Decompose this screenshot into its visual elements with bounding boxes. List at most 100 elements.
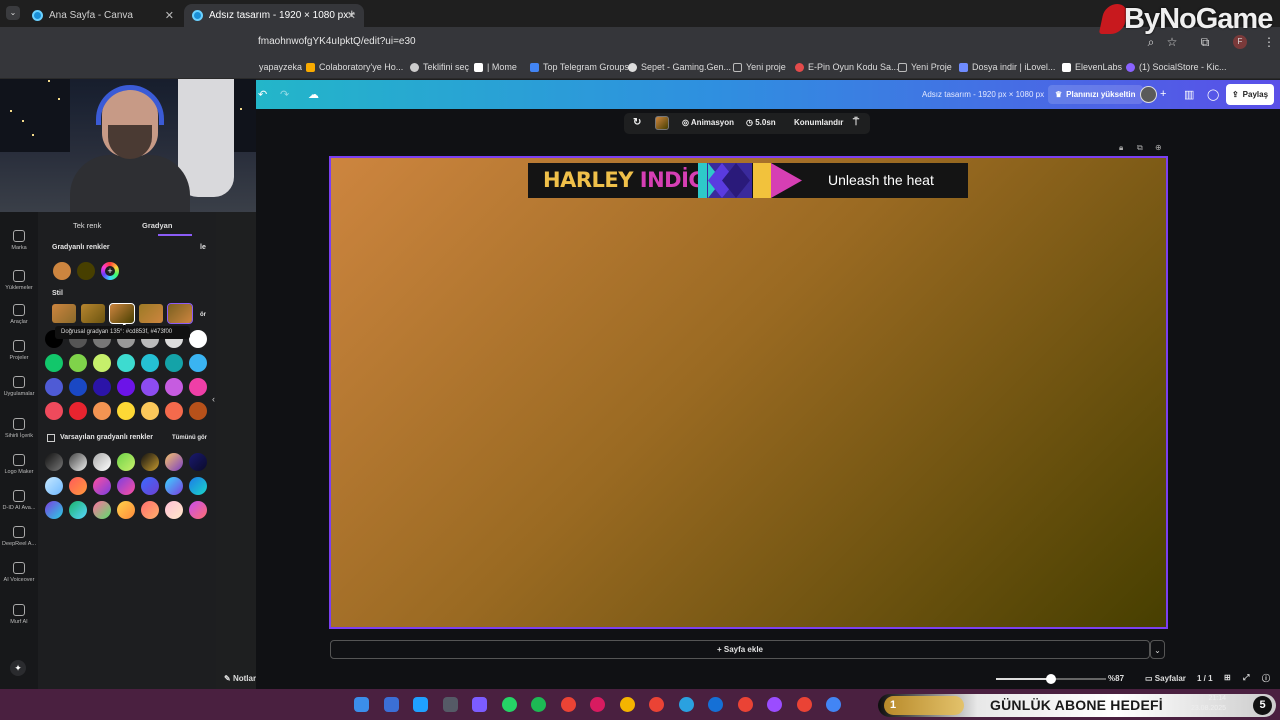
rail-item[interactable]: AI Voiceover [0,562,38,583]
taskbar-app-icon[interactable] [442,697,458,712]
taskbar-app-icon[interactable] [708,697,723,712]
paint-roller-icon[interactable]: ⍑ [853,117,859,128]
bookmark-item[interactable]: Teklifini seç [410,62,469,72]
fullscreen-icon[interactable]: ⤢ [1243,673,1249,683]
taskbar-app-icon[interactable] [619,697,635,712]
taskbar-app-icon[interactable] [678,697,694,712]
default-gradient-swatch[interactable] [189,501,207,519]
solid-color-swatch[interactable] [117,402,135,420]
close-tab-icon[interactable]: ✕ [165,9,174,22]
tab-solid-color[interactable]: Tek renk [73,221,101,230]
add-color-icon[interactable]: + [101,262,119,280]
add-page-button[interactable]: + Sayfa ekle [330,640,1150,659]
rail-item[interactable]: DeepReel A... [0,526,38,547]
solid-color-swatch[interactable] [141,402,159,420]
solid-color-swatch[interactable] [69,354,87,372]
solid-color-swatch[interactable] [93,378,111,396]
taskbar-app-icon[interactable] [826,697,841,712]
chevron-down-icon[interactable]: ⌄ [1150,640,1165,659]
gradient-style-swatch[interactable] [109,303,135,324]
default-gradient-swatch[interactable] [117,453,135,471]
share-button[interactable]: ⇪ Paylaş [1226,84,1274,105]
cloud-save-icon[interactable]: ☁ [308,88,319,101]
solid-color-swatch[interactable] [69,378,87,396]
default-gradient-swatch[interactable] [165,453,183,471]
magic-sparkle-icon[interactable]: ✦ [10,660,26,676]
solid-color-swatch[interactable] [117,378,135,396]
gradient-stop-color[interactable] [53,262,71,280]
default-gradient-swatch[interactable] [93,501,111,519]
see-all-truncated[interactable]: ör [200,312,206,318]
solid-color-swatch[interactable] [45,402,63,420]
insights-icon[interactable]: ▥ [1184,88,1194,101]
bookmark-item[interactable]: | Mome [474,62,517,72]
add-page-icon[interactable]: ⊕ [1155,143,1162,152]
rail-item[interactable]: Projeler [0,340,38,361]
gradient-style-swatch[interactable] [52,304,76,323]
refresh-icon[interactable]: ↻ [633,117,641,128]
bookmark-item[interactable]: Top Telegram Groups [530,62,629,72]
default-gradient-swatch[interactable] [189,453,207,471]
duplicate-page-icon[interactable]: ⧉ [1137,143,1143,153]
background-color-swatch[interactable] [655,116,669,130]
bookmark-item[interactable]: Yeni Proje [898,62,952,72]
default-gradient-swatch[interactable] [189,477,207,495]
solid-color-swatch[interactable] [141,354,159,372]
default-gradient-swatch[interactable] [141,453,159,471]
taskbar-app-icon[interactable] [560,697,576,712]
default-gradient-swatch[interactable] [165,501,183,519]
design-canvas[interactable] [329,156,1168,629]
zoom-slider-knob[interactable] [1046,674,1056,684]
rail-item[interactable]: Murf AI [0,604,38,625]
tab-ana-sayfa[interactable]: Ana Sayfa - Canva ✕ [24,4,182,27]
default-gradient-swatch[interactable] [69,477,87,495]
harley-indigo-banner[interactable]: HARLEY INDİGO Unleash the heat [528,163,968,198]
bookmark-item[interactable]: Dosya indir | iLovel... [959,62,1055,72]
bookmark-item[interactable]: Colaboratory'ye Ho... [306,62,403,72]
solid-color-swatch[interactable] [93,354,111,372]
taskbar-app-icon[interactable] [796,697,812,712]
default-gradient-swatch[interactable] [45,477,63,495]
rail-item[interactable]: Sihirli İçerik [0,418,38,439]
default-gradient-swatch[interactable] [93,453,111,471]
solid-color-swatch[interactable] [165,402,183,420]
gradient-style-swatch[interactable] [81,304,105,323]
animation-button[interactable]: ◎ Animasyon [682,118,734,127]
zoom-percent[interactable]: %87 [1108,674,1124,683]
bookmark-item[interactable]: Yeni proje [733,62,786,72]
add-collaborator-icon[interactable]: + [1160,88,1166,100]
system-clock[interactable]: 21:14 23.08.2025 [1190,694,1226,714]
new-tab-button[interactable]: + [348,6,356,21]
tab-adsiz-tasarim[interactable]: Adsız tasarım - 1920 × 1080 px ✕ [184,4,364,27]
taskbar-app-icon[interactable] [649,697,664,712]
default-gradient-swatch[interactable] [69,453,87,471]
taskbar-app-icon[interactable] [737,697,753,712]
rail-item[interactable]: Uygulamalar [0,376,38,397]
solid-color-swatch[interactable] [189,330,207,348]
undo-icon[interactable]: ↶ [258,88,267,101]
help-icon[interactable]: ⓘ [1262,673,1270,684]
duration-button[interactable]: ◷ 5.0sn [746,118,776,127]
default-gradient-swatch[interactable] [117,477,135,495]
rail-item[interactable]: Yüklemeler [0,270,38,291]
rail-item[interactable]: Araçlar [0,304,38,325]
bookmark-item[interactable]: E-Pin Oyun Kodu Sa... [795,62,899,72]
url-field[interactable]: fmaohnwofgYK4uIpktQ/edit?ui=e30 [258,36,416,47]
rail-item[interactable]: D-ID AI Ava... [0,490,38,511]
bookmark-item[interactable]: yapayzeka [259,62,302,72]
rail-item[interactable]: Logo Maker [0,454,38,475]
tab-gradient[interactable]: Gradyan [142,221,172,230]
taskbar-app-icon[interactable] [413,697,428,712]
position-button[interactable]: Konumlandır [794,118,843,127]
solid-color-swatch[interactable] [69,402,87,420]
solid-color-swatch[interactable] [165,354,183,372]
redo-icon[interactable]: ↷ [280,88,289,101]
solid-color-swatch[interactable] [45,354,63,372]
notes-button[interactable]: ✎ Notlar [224,674,256,683]
taskbar-app-icon[interactable] [590,697,605,712]
solid-color-swatch[interactable] [117,354,135,372]
gradient-style-swatch[interactable] [139,304,163,323]
bookmark-item[interactable]: ElevenLabs [1062,62,1122,72]
solid-color-swatch[interactable] [165,378,183,396]
avatar[interactable] [1140,86,1157,103]
